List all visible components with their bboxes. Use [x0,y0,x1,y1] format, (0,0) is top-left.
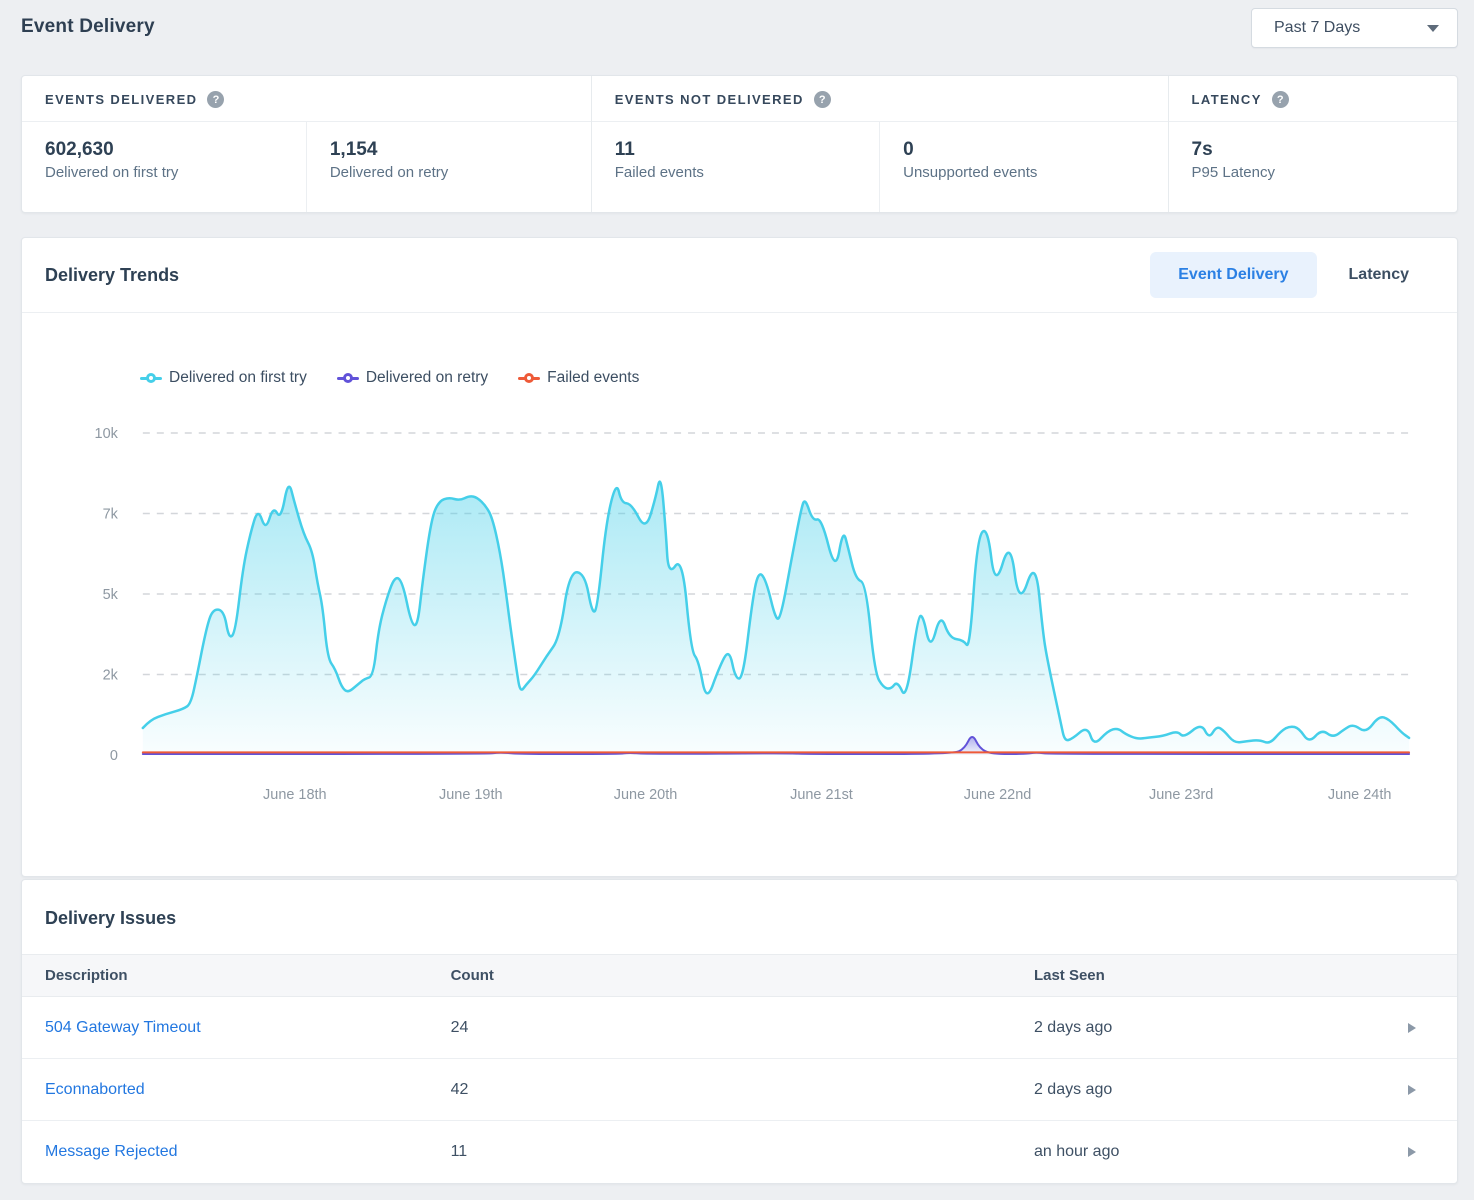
svg-text:June 19th: June 19th [439,787,503,803]
chevron-down-icon [1427,25,1439,32]
stat-value: 7s [1192,139,1434,161]
table-row: 504 Gateway Timeout 24 2 days ago [22,997,1457,1059]
help-icon[interactable] [207,91,224,108]
page-header: Event Delivery Past 7 Days [21,0,1458,48]
delivery-issues-table: Description Count Last Seen 504 Gateway … [22,954,1457,1183]
issue-last-seen: 2 days ago [1034,1019,1112,1037]
page-title: Event Delivery [21,16,155,38]
issue-link[interactable]: Econnaborted [45,1081,451,1099]
issue-link[interactable]: 504 Gateway Timeout [45,1019,451,1037]
table-header-row: Description Count Last Seen [22,954,1457,997]
tab-event-delivery[interactable]: Event Delivery [1150,252,1316,298]
chevron-right-icon[interactable] [1404,1143,1420,1161]
stat-label: Delivered on retry [330,164,568,181]
stat-value: 0 [903,139,1144,161]
legend-label: Failed events [547,369,639,387]
issue-last-seen: an hour ago [1034,1143,1119,1161]
stat-label: Failed events [615,164,856,181]
issue-link[interactable]: Message Rejected [45,1143,451,1161]
table-row: Econnaborted 42 2 days ago [22,1059,1457,1121]
stats-group-events-not-delivered: EVENTS NOT DELIVERED 11 Failed events 0 … [592,76,1169,212]
svg-text:June 24th: June 24th [1328,787,1392,803]
stat-label: P95 Latency [1192,164,1434,181]
stat-unsupported-events: 0 Unsupported events [879,122,1167,212]
area-chart: 10k 7k 5k 2k 0 June 18th June 19th June 20th Jun… [22,413,1457,837]
svg-text:June 20th: June 20th [614,787,678,803]
table-row: Message Rejected 11 an hour ago [22,1121,1457,1183]
svg-text:5k: 5k [103,587,119,603]
stats-group-latency: LATENCY 7s P95 Latency [1169,76,1457,212]
svg-text:0: 0 [110,748,118,764]
help-icon[interactable] [1272,91,1289,108]
svg-text:June 21st: June 21st [790,787,853,803]
stats-summary-card: EVENTS DELIVERED 602,630 Delivered on fi… [21,75,1458,213]
stat-delivered-retry: 1,154 Delivered on retry [306,122,591,212]
legend-label: Delivered on first try [169,369,307,387]
issue-count: 24 [451,1019,1034,1037]
stats-group-title: LATENCY [1192,92,1262,107]
issue-count: 42 [451,1081,1034,1099]
legend-item-delivered-retry[interactable]: Delivered on retry [337,369,488,387]
stat-p95-latency: 7s P95 Latency [1169,122,1457,212]
legend-item-delivered-first-try[interactable]: Delivered on first try [140,369,307,387]
legend-label: Delivered on retry [366,369,488,387]
tab-latency[interactable]: Latency [1321,252,1437,298]
svg-text:June 23rd: June 23rd [1149,787,1213,803]
legend-item-failed-events[interactable]: Failed events [518,369,639,387]
line-dot-icon [140,373,162,383]
stat-value: 602,630 [45,139,283,161]
issue-last-seen: 2 days ago [1034,1081,1112,1099]
delivery-trends-title: Delivery Trends [45,265,179,286]
stat-failed-events: 11 Failed events [592,122,879,212]
svg-text:7k: 7k [103,506,119,522]
delivery-issues-title: Delivery Issues [22,880,1457,954]
date-range-value: Past 7 Days [1274,19,1360,37]
line-dot-icon [518,373,540,383]
stat-value: 1,154 [330,139,568,161]
svg-text:June 18th: June 18th [263,787,327,803]
help-icon[interactable] [814,91,831,108]
stat-delivered-first-try: 602,630 Delivered on first try [22,122,306,212]
stat-label: Delivered on first try [45,164,283,181]
chevron-right-icon[interactable] [1404,1081,1420,1099]
issue-count: 11 [451,1143,1034,1161]
line-dot-icon [337,373,359,383]
column-header-last-seen: Last Seen [1034,967,1434,984]
date-range-select[interactable]: Past 7 Days [1251,8,1458,48]
stat-value: 11 [615,139,856,161]
column-header-count: Count [451,967,1034,984]
trends-tab-bar: Event Delivery Latency [1150,252,1437,298]
svg-text:10k: 10k [95,426,119,442]
stats-group-title: EVENTS DELIVERED [45,92,197,107]
delivery-issues-card: Delivery Issues Description Count Last S… [21,879,1458,1184]
delivery-trends-chart: Delivered on first try Delivered on retr… [22,369,1457,876]
stats-group-title: EVENTS NOT DELIVERED [615,92,804,107]
chevron-right-icon[interactable] [1404,1019,1420,1037]
stats-group-events-delivered: EVENTS DELIVERED 602,630 Delivered on fi… [22,76,592,212]
chart-legend: Delivered on first try Delivered on retr… [140,369,1457,387]
column-header-description: Description [45,967,451,984]
stat-label: Unsupported events [903,164,1144,181]
svg-text:2k: 2k [103,667,119,683]
svg-text:June 22nd: June 22nd [964,787,1032,803]
delivery-trends-card: Delivery Trends Event Delivery Latency D… [21,237,1458,877]
